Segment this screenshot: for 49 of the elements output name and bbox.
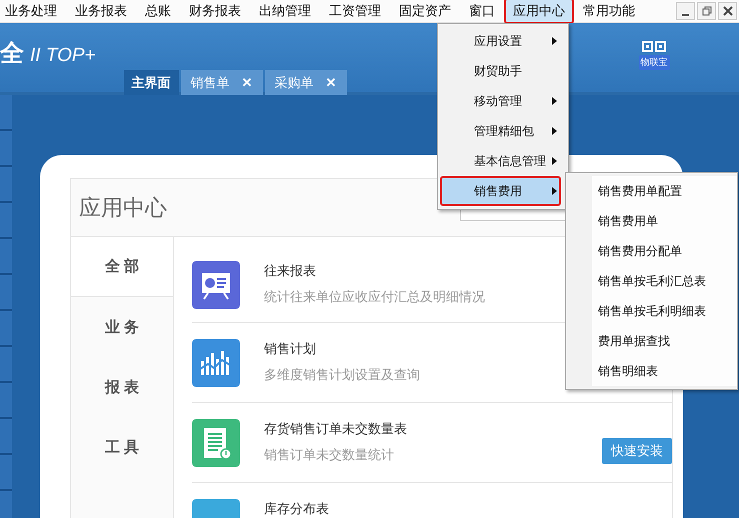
submenu-item[interactable]: 费用单据查找 (592, 326, 737, 356)
category-tab[interactable]: 业 务 (71, 297, 173, 357)
menu-item[interactable]: 财贸助手 (440, 56, 561, 86)
logo-subtitle: II TOP+ (30, 45, 96, 67)
menu-item[interactable]: 出纳管理 (250, 0, 320, 24)
submenu-item[interactable]: 销售单按毛利汇总表 (592, 266, 737, 296)
submenu-item[interactable]: 销售费用单 (592, 206, 737, 236)
menu-item[interactable]: 窗口 (460, 0, 504, 24)
menu-item[interactable]: 总账 (136, 0, 180, 24)
app-title: 存货销售订单未交数量表 (264, 420, 407, 438)
qr-code-icon (642, 41, 666, 55)
app-description: 统计往来单位应收应付汇总及明细情况 (264, 288, 485, 306)
submenu-item[interactable]: 销售费用单配置 (592, 176, 737, 206)
minimize-icon (682, 14, 689, 16)
app-title: 销售计划 (264, 340, 316, 358)
menu-item[interactable]: 固定资产 (390, 0, 460, 24)
menu-item[interactable]: 常用功能 (574, 0, 644, 24)
menu-item[interactable]: 应用设置 (440, 26, 561, 56)
app-title: 库存分布表 (264, 500, 329, 518)
minimize-button[interactable] (676, 2, 695, 20)
bar-chart-icon (192, 339, 240, 387)
menu-item[interactable]: 工资管理 (320, 0, 390, 24)
category-tab[interactable]: 全 部 (71, 237, 173, 297)
menu-item[interactable]: 基本信息管理 (440, 146, 561, 176)
restore-button[interactable] (697, 2, 716, 20)
app-description: 销售订单未交数量统计 (264, 446, 394, 464)
submenu-item[interactable]: 销售费用分配单 (592, 236, 737, 266)
presentation-board-icon (192, 261, 240, 309)
menu-item[interactable]: 销售费用 (440, 176, 561, 206)
submenu-item[interactable]: 销售明细表 (592, 356, 737, 386)
menu-item[interactable]: 业务处理 (0, 0, 66, 24)
logo-text: 全 (0, 39, 24, 69)
restore-icon (702, 6, 712, 16)
clipboard-icon (192, 419, 240, 467)
close-button[interactable] (718, 2, 737, 20)
tab[interactable]: 主界面 (124, 70, 179, 95)
menu-item[interactable]: 移动管理 (440, 86, 561, 116)
category-tab[interactable]: 工 具 (71, 417, 173, 477)
submenu-item[interactable]: 销售单按毛利明细表 (592, 296, 737, 326)
menu-item[interactable]: 应用中心 (504, 0, 574, 24)
iot-button[interactable]: 物联宝 (637, 41, 671, 70)
close-icon (722, 6, 732, 16)
app-description: 多维度销售计划设置及查询 (264, 366, 420, 384)
panel-title: 应用中心 (79, 194, 168, 222)
menu-item[interactable]: 业务报表 (66, 0, 136, 24)
menu-item[interactable]: 财务报表 (180, 0, 250, 24)
category-tab[interactable]: 报 表 (71, 357, 173, 417)
app-title: 往来报表 (264, 262, 316, 280)
menu-item[interactable]: 管理精细包 (440, 116, 561, 146)
